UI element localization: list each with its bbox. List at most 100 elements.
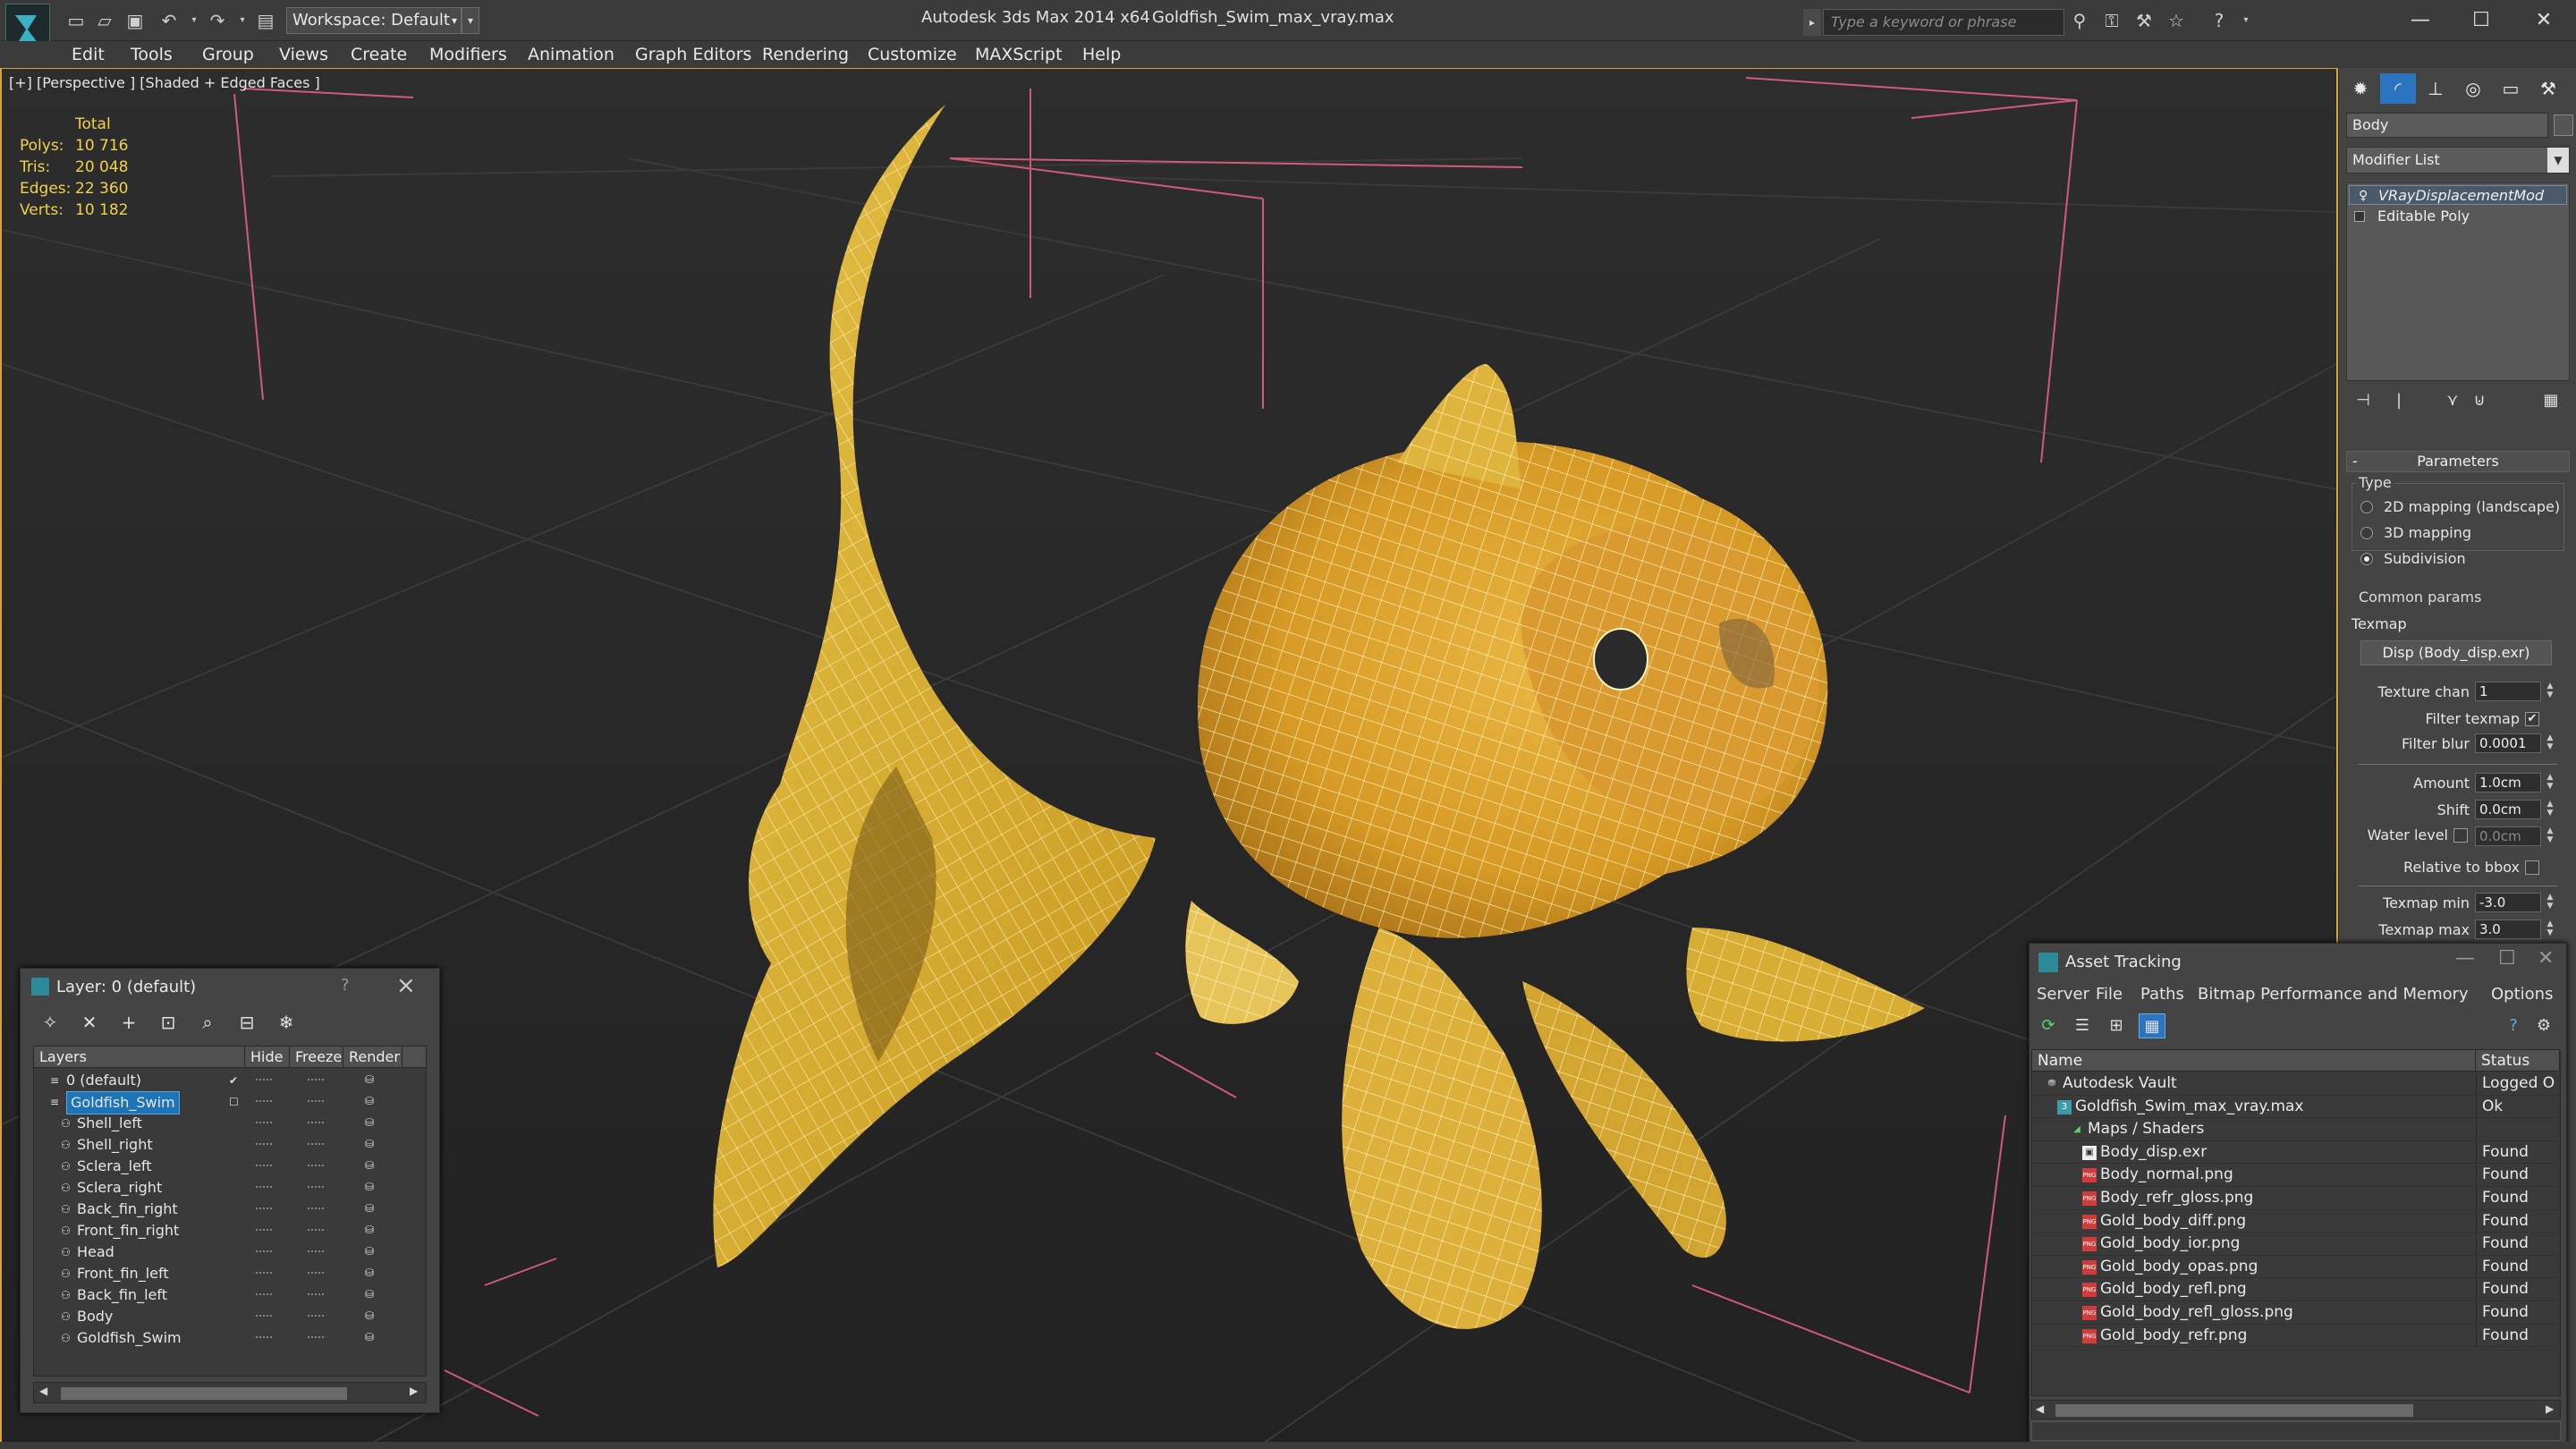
render-teapot-icon[interactable]: ⛁ — [365, 1095, 379, 1107]
show-end-result-icon[interactable]: | — [2385, 388, 2412, 413]
hide-toggle[interactable] — [256, 1272, 272, 1275]
layer-name[interactable]: Back_fin_right — [77, 1199, 178, 1220]
delete-layer-icon[interactable]: ✕ — [76, 1010, 103, 1035]
asset-row[interactable]: ▣ Body_disp.exr Found — [2032, 1140, 2560, 1165]
layer-row[interactable]: ⚇ Head ⛁ — [34, 1241, 426, 1263]
render-teapot-icon[interactable]: ⛁ — [365, 1159, 379, 1172]
layer-row[interactable]: ⚇ Front_fin_right ⛁ — [34, 1220, 426, 1241]
menu-customize[interactable]: Customize — [868, 45, 957, 64]
asset-row[interactable]: ◢ Maps / Shaders — [2032, 1118, 2560, 1141]
scrollbar-thumb[interactable] — [61, 1387, 347, 1400]
hide-toggle[interactable] — [256, 1208, 272, 1211]
type-option-2d[interactable]: 2D mapping (landscape) — [2384, 498, 2560, 515]
texmap-button[interactable]: Disp (Body_disp.exr) — [2360, 640, 2552, 665]
menu-maxscript[interactable]: MAXScript — [975, 45, 1063, 64]
render-teapot-icon[interactable]: ⛁ — [365, 1288, 379, 1301]
freeze-toggle[interactable] — [308, 1143, 324, 1147]
hierarchy-tab-icon[interactable]: ⊥ — [2418, 73, 2453, 104]
menu-paths[interactable]: Paths — [2140, 985, 2184, 1004]
modifier-stack[interactable]: ♀ VRayDisplacementMod Editable Poly — [2346, 182, 2570, 381]
layer-name[interactable]: Shell_left — [77, 1113, 142, 1134]
communication-center-icon[interactable]: ⚒ — [2132, 9, 2156, 32]
menu-create[interactable]: Create — [351, 45, 407, 64]
scroll-left-icon[interactable]: ◀ — [2036, 1402, 2044, 1415]
hide-toggle[interactable] — [256, 1229, 272, 1233]
hide-toggle[interactable] — [256, 1122, 272, 1125]
layer-name[interactable]: Head — [77, 1241, 114, 1263]
maximize-icon[interactable]: ☐ — [2454, 4, 2508, 38]
workspace-more-icon[interactable]: ▾ — [462, 7, 479, 34]
help-icon[interactable]: ? — [2207, 9, 2231, 32]
object-name-field[interactable]: Body — [2346, 113, 2548, 138]
search-expand-icon[interactable]: ▸ — [1803, 9, 1821, 36]
layer-name[interactable]: Back_fin_left — [77, 1284, 167, 1306]
hide-toggle[interactable] — [256, 1143, 272, 1147]
freeze-toggle[interactable] — [308, 1186, 324, 1190]
highlight-layer-icon[interactable]: ⌕ — [194, 1010, 221, 1035]
menu-options[interactable]: Options — [2491, 985, 2553, 1004]
layer-table[interactable]: Layers Hide Freeze Render ≡ 0 (default) ✔ ⛁… — [33, 1046, 427, 1377]
type-radio-subdivision[interactable] — [2360, 553, 2373, 565]
display-tab-icon[interactable]: ▭ — [2493, 73, 2529, 104]
shift-input[interactable]: 0.0cm — [2475, 800, 2541, 819]
menu-modifiers[interactable]: Modifiers — [429, 45, 507, 64]
freeze-toggle[interactable] — [308, 1079, 324, 1082]
settings-icon[interactable]: ⚙ — [2530, 1013, 2557, 1038]
layer-row[interactable]: ≡ 0 (default) ✔ ⛁ — [34, 1070, 426, 1091]
asset-tracking-window[interactable]: Asset Tracking — ☐ ☐ ☐ ✕ Server File Pat… — [2029, 943, 2567, 1444]
type-radio-3d[interactable] — [2360, 527, 2373, 539]
active-layer-check-icon[interactable]: ✔ — [229, 1074, 240, 1087]
help-dropdown-icon[interactable]: ▾ — [2234, 9, 2258, 32]
texmap-min-input[interactable]: -3.0 — [2475, 893, 2541, 912]
make-unique-icon[interactable]: ⋎ — [2439, 388, 2466, 413]
configure-modifier-sets-icon[interactable]: ▦ — [2538, 388, 2564, 413]
filter-texmap-checkbox[interactable]: ✔ — [2525, 712, 2539, 726]
layer-row[interactable]: ≡ Goldfish_Swim ☐ ⛁ — [34, 1091, 426, 1114]
save-icon[interactable]: ▣ — [123, 9, 147, 32]
close-icon[interactable]: × — [396, 972, 416, 999]
menu-rendering[interactable]: Rendering — [762, 45, 849, 64]
expand-icon[interactable] — [2354, 211, 2365, 222]
refresh-icon[interactable]: ⟳ — [2035, 1013, 2062, 1038]
close-icon[interactable]: ✕ — [2538, 947, 2554, 970]
spinner-arrows-icon[interactable]: ▲ ▼ — [2545, 733, 2555, 753]
project-folder-icon[interactable]: ▤ — [254, 9, 277, 32]
list-view-icon[interactable]: ☰ — [2069, 1013, 2096, 1038]
pin-stack-icon[interactable]: ⊣ — [2350, 388, 2377, 413]
asset-row[interactable]: ⛃ Autodesk Vault Logged O — [2032, 1072, 2560, 1096]
remove-modifier-icon[interactable]: ⊍ — [2466, 388, 2493, 413]
layer-row[interactable]: ⚇ Shell_left ⛁ — [34, 1113, 426, 1134]
modify-tab-icon[interactable]: ◜ — [2380, 73, 2416, 104]
spinner-arrows-icon[interactable]: ▲ ▼ — [2545, 682, 2555, 701]
viewport-label[interactable]: [+] [Perspective ] [Shaded + Edged Faces… — [9, 74, 320, 91]
menu-help[interactable]: Help — [1082, 45, 1121, 64]
render-teapot-icon[interactable]: ⛁ — [365, 1202, 379, 1215]
spinner-arrows-icon[interactable]: ▲ ▼ — [2545, 773, 2555, 792]
type-option-3d[interactable]: 3D mapping — [2384, 524, 2471, 541]
hide-toggle[interactable] — [256, 1336, 272, 1340]
freeze-toggle[interactable] — [308, 1336, 324, 1340]
spinner-arrows-icon[interactable]: ▲ ▼ — [2545, 800, 2555, 819]
texmap-max-input[interactable]: 3.0 — [2475, 919, 2541, 939]
column-render[interactable]: Render — [343, 1046, 402, 1068]
freeze-all-layers-icon[interactable]: ❄ — [273, 1010, 300, 1035]
layer-row[interactable]: ⚇ Shell_right ⛁ — [34, 1134, 426, 1156]
scrollbar-thumb[interactable] — [2055, 1404, 2413, 1417]
freeze-toggle[interactable] — [308, 1315, 324, 1318]
column-layers[interactable]: Layers — [34, 1046, 245, 1068]
new-layer-icon[interactable]: ✧ — [37, 1010, 64, 1035]
redo-icon[interactable]: ↷ — [206, 9, 229, 32]
asset-row[interactable]: 3 Goldfish_Swim_max_vray.max Ok — [2032, 1095, 2560, 1119]
menu-animation[interactable]: Animation — [528, 45, 614, 64]
stack-item-editable-poly[interactable]: Editable Poly — [2349, 207, 2567, 226]
stack-item-vray-displacement[interactable]: ♀ VRayDisplacementMod — [2349, 185, 2567, 205]
freeze-toggle[interactable] — [308, 1250, 324, 1254]
render-teapot-icon[interactable]: ⛁ — [365, 1224, 379, 1236]
freeze-toggle[interactable] — [308, 1293, 324, 1297]
render-teapot-icon[interactable]: ⛁ — [365, 1138, 379, 1150]
spinner-arrows-icon[interactable]: ▲ ▼ — [2545, 826, 2555, 846]
layer-name[interactable]: Sclera_right — [77, 1177, 162, 1199]
water-level-checkbox[interactable] — [2453, 828, 2468, 843]
set-active-layer-icon[interactable]: ☐ — [229, 1096, 240, 1108]
freeze-toggle[interactable] — [308, 1122, 324, 1125]
